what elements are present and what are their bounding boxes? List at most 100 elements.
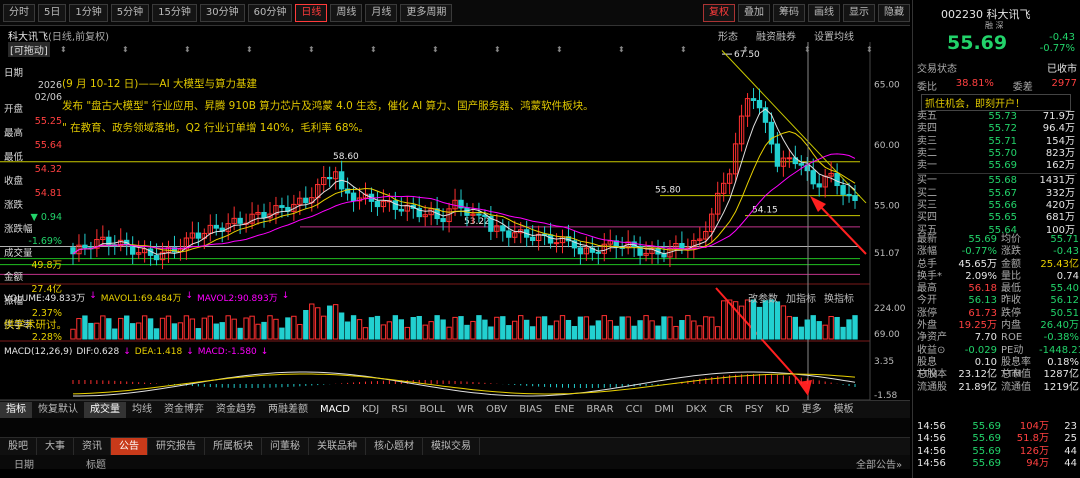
indicator-tab-14[interactable]: ENE — [548, 402, 580, 418]
tick-count: 23 — [1064, 421, 1077, 432]
indicator-tab-23[interactable]: 模板 — [828, 402, 860, 418]
indicator-tab-4[interactable]: 资金博弈 — [158, 402, 210, 418]
stat-value: 0.18% — [1047, 356, 1079, 368]
period-10[interactable]: 更多周期 — [400, 3, 453, 22]
news-tab-7[interactable]: 关联品种 — [309, 438, 366, 455]
news-tab-0[interactable]: 股吧 — [0, 438, 37, 455]
indicator-tab-2[interactable]: 成交量 — [84, 401, 126, 418]
volume-bar — [100, 315, 106, 340]
tick-row: 14:56 55.69 51.8万 25 — [917, 433, 1080, 445]
panel-value: 55.64 — [34, 140, 62, 151]
indicator-tab-9[interactable]: RSI — [385, 402, 413, 418]
period-0[interactable]: 分时 — [3, 3, 35, 22]
last-price: 55.69 — [947, 32, 1008, 54]
orderbook-row: 卖二 55.70 823万 — [917, 148, 1077, 160]
indicator-tab-22[interactable]: 更多 — [796, 402, 828, 418]
indicator-tab-10[interactable]: BOLL — [413, 402, 451, 418]
volume-bar — [422, 324, 428, 340]
period-4[interactable]: 15分钟 — [152, 3, 197, 22]
tool-4[interactable]: 显示 — [843, 3, 875, 22]
indicator-tab-5[interactable]: 资金趋势 — [210, 402, 262, 418]
volume-bar — [368, 317, 375, 340]
level-volume: 332万 — [1045, 187, 1075, 199]
period-7[interactable]: 日线 — [295, 3, 328, 22]
indicator-tab-1[interactable]: 恢复默认 — [32, 402, 84, 418]
top-marker: ⬍ — [804, 45, 811, 54]
indicator-tab-17[interactable]: DMI — [649, 402, 680, 418]
tool-2[interactable]: 筹码 — [773, 3, 805, 22]
volume-bar — [189, 318, 196, 340]
indicator-tab-18[interactable]: DKX — [680, 402, 713, 418]
indicator-tab-13[interactable]: BIAS — [513, 402, 548, 418]
volume-bar — [201, 317, 208, 340]
volume-bar — [321, 315, 327, 340]
switch-indicator-button[interactable]: 换指标 — [824, 290, 854, 305]
tool-0[interactable]: 复权 — [703, 3, 735, 22]
candle-body — [840, 185, 846, 195]
tool-1[interactable]: 叠加 — [738, 3, 770, 22]
indicator-tab-3[interactable]: 均线 — [126, 402, 158, 418]
draggable-tag[interactable]: [可拖动] — [8, 42, 50, 57]
menu-margin[interactable]: 融资融券 — [756, 28, 796, 43]
indicator-tab-19[interactable]: CR — [713, 402, 739, 418]
news-tab-2[interactable]: 资讯 — [74, 438, 111, 455]
news-tab-3[interactable]: 公告 — [111, 438, 148, 455]
volume-bar — [344, 321, 351, 340]
news-tab-8[interactable]: 核心题材 — [366, 438, 423, 455]
indicator-tab-20[interactable]: PSY — [739, 402, 770, 418]
volume-bar — [547, 325, 554, 340]
period-3[interactable]: 5分钟 — [110, 3, 150, 22]
tool-3[interactable]: 画线 — [808, 3, 840, 22]
menu-pattern[interactable]: 形态 — [718, 28, 738, 43]
indicator-tab-7[interactable]: MACD — [314, 402, 356, 418]
period-6[interactable]: 60分钟 — [247, 3, 293, 22]
volume-bar — [118, 317, 124, 340]
indicator-tab-8[interactable]: KDJ — [356, 402, 385, 418]
panel-label: 收盘 — [4, 176, 24, 187]
quote-panel: 002230 科大讯飞 融 深 55.69 -0.43 -0.77% 交易状态 已收… — [912, 0, 1080, 478]
news-tab-6[interactable]: 问董秘 — [262, 438, 309, 455]
news-header: 日期 标题 全部公告» — [0, 455, 910, 471]
stock-tags: 融 深 — [985, 21, 1004, 30]
indicator-tab-12[interactable]: OBV — [480, 402, 513, 418]
indicator-tab-6[interactable]: 两融差额 — [262, 402, 314, 418]
news-tab-1[interactable]: 大事 — [37, 438, 74, 455]
indicator-tab-16[interactable]: CCI — [620, 402, 649, 418]
add-indicator-button[interactable]: 加指标 — [786, 290, 816, 305]
indicator-tab-11[interactable]: WR — [451, 402, 480, 418]
period-9[interactable]: 月线 — [365, 3, 398, 22]
edit-params-button[interactable]: 改参数 — [748, 290, 778, 305]
volume-bar — [804, 319, 810, 340]
menu-ma-settings[interactable]: 设置均线 — [814, 28, 854, 43]
news-tab-9[interactable]: 模拟交易 — [423, 438, 480, 455]
period-2[interactable]: 1分钟 — [69, 3, 108, 22]
volume-bar — [679, 320, 685, 340]
period-5[interactable]: 30分钟 — [199, 3, 245, 22]
volume-bar — [285, 317, 291, 340]
tool-6[interactable]: 隐藏 — [878, 3, 910, 22]
promo-banner[interactable]: 抓住机会，即刻开户！ — [921, 94, 1071, 111]
volume-bar — [535, 316, 542, 340]
period-1[interactable]: 5日 — [38, 3, 67, 22]
stat-label: ROE — [1001, 332, 1023, 344]
chart-area[interactable]: ⬍ ⬍ ⬍ ⬍ ⬍ ⬍ ⬍ ⬍ ⬍ ⬍ ⬍ ⬍ ⬍ ⬍ 65.00 60.00 55.00 51.07 58.60 5… — [0, 26, 910, 400]
indicator-tab-0[interactable]: 指标 — [0, 401, 32, 418]
all-announcements-link[interactable]: 全部公告» — [856, 456, 902, 471]
indicator-tab-15[interactable]: BRAR — [580, 402, 619, 418]
volume-bar — [219, 322, 225, 340]
order-ratio: 委比 38.81% 委差 2977 — [917, 78, 1077, 93]
news-tab-4[interactable]: 研究报告 — [148, 438, 205, 455]
stat-row: 总手 45.65万 金额 25.43亿 — [917, 259, 1080, 271]
volume-bar — [249, 315, 255, 340]
volume-bar — [171, 323, 178, 340]
news-tab-5[interactable]: 所属板块 — [205, 438, 262, 455]
candle-body — [756, 99, 763, 109]
period-8[interactable]: 周线 — [330, 3, 363, 22]
candle-body — [440, 218, 446, 223]
panel-label: 成交量 — [4, 248, 33, 259]
volume-bar — [601, 315, 607, 340]
indicator-tab-21[interactable]: KD — [769, 402, 795, 418]
stat-label: PE动 — [1001, 344, 1024, 356]
level-label: 买四 — [917, 212, 937, 224]
volume-bar — [159, 317, 166, 340]
